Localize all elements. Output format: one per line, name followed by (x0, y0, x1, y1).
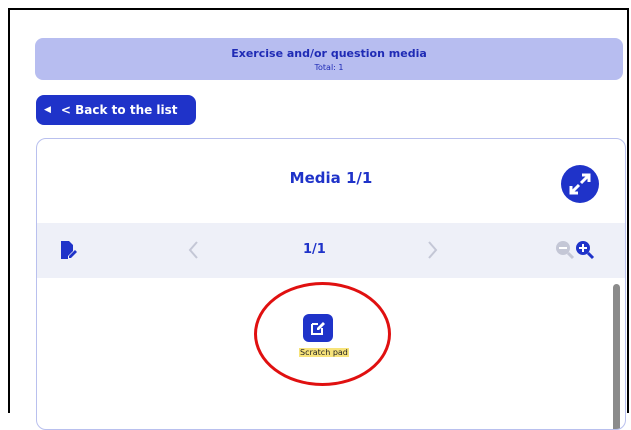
next-button[interactable] (425, 240, 439, 264)
media-total-count: Total: 1 (314, 63, 344, 72)
back-to-list-button[interactable]: ◀ < Back to the list (36, 95, 196, 125)
media-title: Media 1/1 (289, 169, 373, 187)
back-to-list-label: < Back to the list (60, 103, 178, 117)
media-toolbar: 1/1 (37, 223, 625, 278)
file-edit-icon (61, 241, 77, 259)
zoom-in-icon (576, 241, 595, 260)
media-header-title: Exercise and/or question media (231, 47, 427, 60)
vertical-scrollbar[interactable] (613, 284, 620, 429)
media-header-banner: Exercise and/or question media Total: 1 (35, 38, 623, 80)
triangle-left-icon: ◀ (44, 105, 51, 115)
expand-button[interactable] (561, 165, 599, 203)
previous-button[interactable] (187, 240, 201, 264)
chevron-left-icon (188, 241, 198, 259)
media-pager: 1/1 (303, 242, 326, 257)
annotation-ellipse (254, 282, 391, 386)
zoom-in-button[interactable] (575, 240, 595, 264)
edit-document-button[interactable] (59, 240, 79, 264)
zoom-out-icon (556, 241, 575, 260)
chevron-right-icon (428, 241, 438, 259)
expand-arrows-icon (569, 173, 591, 195)
zoom-out-button[interactable] (555, 240, 575, 264)
